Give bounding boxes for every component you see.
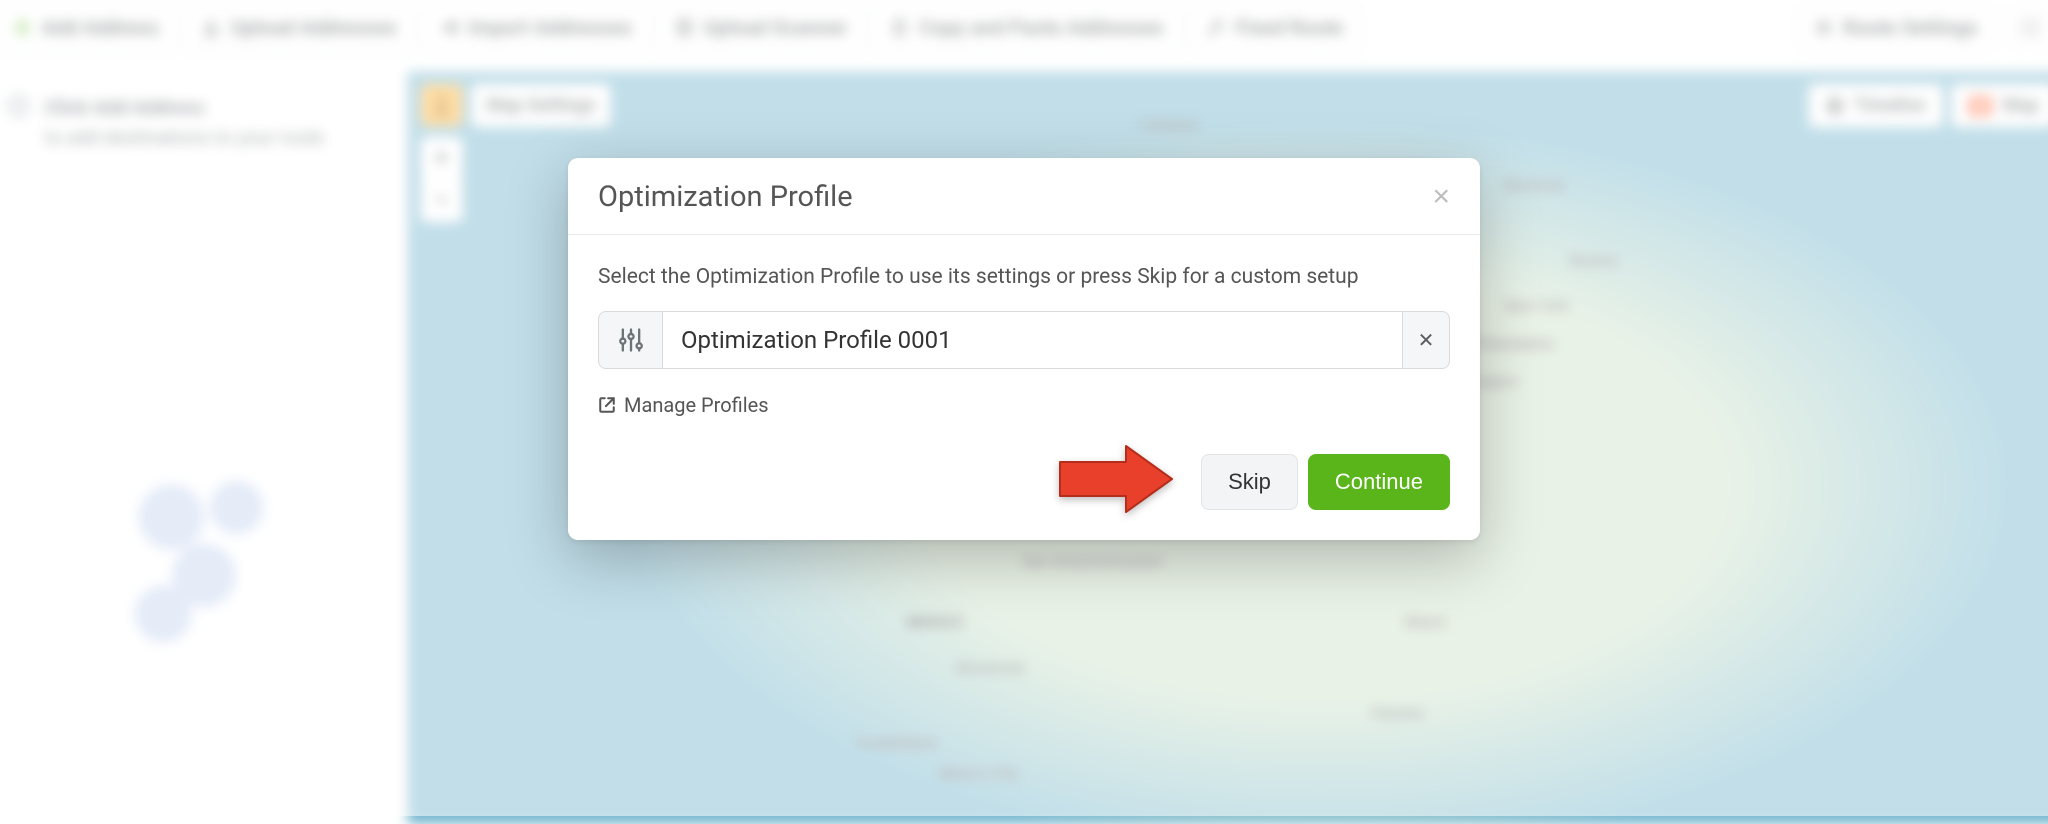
external-link-icon bbox=[598, 396, 616, 414]
profile-select-input[interactable]: Optimization Profile 0001 bbox=[662, 311, 1402, 369]
sliders-icon bbox=[617, 326, 645, 354]
skip-button[interactable]: Skip bbox=[1201, 454, 1298, 510]
optimization-profile-modal: Optimization Profile × Select the Optimi… bbox=[568, 158, 1480, 540]
x-icon: ✕ bbox=[1418, 328, 1435, 352]
manage-profiles-link[interactable]: Manage Profiles bbox=[598, 393, 769, 417]
continue-label: Continue bbox=[1335, 469, 1423, 494]
continue-button[interactable]: Continue bbox=[1308, 454, 1450, 510]
modal-body: Select the Optimization Profile to use i… bbox=[568, 235, 1480, 426]
modal-title: Optimization Profile bbox=[598, 180, 853, 214]
modal-footer: Skip Continue bbox=[568, 426, 1480, 540]
modal-header: Optimization Profile × bbox=[568, 158, 1480, 235]
skip-label: Skip bbox=[1228, 469, 1271, 494]
close-icon: × bbox=[1432, 180, 1450, 213]
manage-profiles-label: Manage Profiles bbox=[624, 393, 769, 417]
profile-select-row: Optimization Profile 0001 ✕ bbox=[598, 311, 1450, 369]
modal-description: Select the Optimization Profile to use i… bbox=[598, 265, 1450, 289]
modal-overlay: Optimization Profile × Select the Optimi… bbox=[0, 0, 2048, 816]
profile-select-icon-box bbox=[598, 311, 662, 369]
modal-close-button[interactable]: × bbox=[1432, 182, 1450, 212]
profile-clear-button[interactable]: ✕ bbox=[1402, 311, 1450, 369]
annotation-arrow bbox=[1056, 442, 1176, 516]
profile-select-value: Optimization Profile 0001 bbox=[681, 326, 952, 354]
